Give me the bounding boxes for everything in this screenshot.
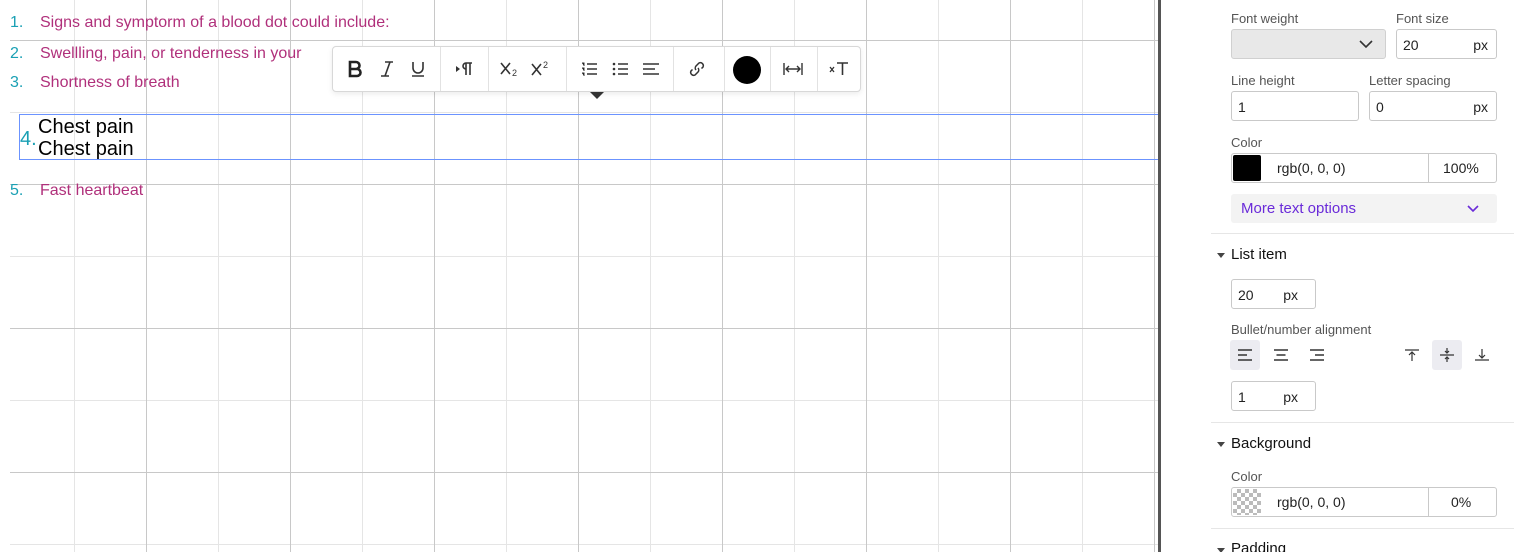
- text-color-icon[interactable]: [733, 56, 761, 84]
- background-section-title[interactable]: Background: [1231, 435, 1311, 452]
- bullet-alignment-label: Bullet/number alignment: [1231, 322, 1372, 337]
- align-left-icon[interactable]: [1230, 340, 1260, 370]
- font-size-label: Font size: [1396, 11, 1449, 26]
- text-color-value[interactable]: rgb(0, 0, 0): [1277, 160, 1345, 176]
- text-color-field[interactable]: rgb(0, 0, 0) 100%: [1231, 153, 1497, 183]
- align-center-icon[interactable]: [1266, 340, 1296, 370]
- align-top-icon[interactable]: [1397, 340, 1427, 370]
- text-color-swatch[interactable]: [1233, 155, 1261, 181]
- list-number: 2.: [10, 45, 24, 62]
- collapse-triangle-icon[interactable]: [1217, 442, 1225, 447]
- section-divider: [1211, 422, 1514, 423]
- svg-text:2: 2: [512, 68, 517, 78]
- ordered-list-icon[interactable]: [577, 57, 601, 81]
- line-height-input[interactable]: 1: [1231, 91, 1359, 121]
- background-color-value[interactable]: rgb(0, 0, 0): [1277, 494, 1345, 510]
- toolbar-separator: [440, 47, 441, 91]
- align-icon[interactable]: [639, 57, 663, 81]
- align-middle-icon[interactable]: [1432, 340, 1462, 370]
- toolbar-separator: [566, 47, 567, 91]
- background-color-label: Color: [1231, 469, 1263, 484]
- toolbar-separator: [488, 47, 489, 91]
- text-color-label: Color: [1231, 135, 1263, 150]
- letter-spacing-input[interactable]: 0 px: [1369, 91, 1497, 121]
- selected-list-item[interactable]: [19, 114, 1159, 160]
- paragraph-direction-icon[interactable]: [452, 57, 476, 81]
- toolbar-separator: [673, 47, 674, 91]
- list-item-text: Shortness of breath: [40, 74, 180, 91]
- subscript-icon[interactable]: 2: [498, 57, 522, 81]
- toolbar-separator: [770, 47, 771, 91]
- list-item-size-value: 20: [1238, 287, 1254, 303]
- collapse-triangle-icon[interactable]: [1217, 253, 1225, 258]
- letter-spacing-unit: px: [1473, 99, 1488, 115]
- link-icon[interactable]: [685, 57, 709, 81]
- properties-panel: Font weight Font size 20 px Line height …: [1161, 0, 1514, 552]
- selected-list-number: 4.: [20, 128, 37, 150]
- line-height-label: Line height: [1231, 73, 1295, 88]
- section-divider: [1211, 233, 1514, 234]
- toolbar-separator: [724, 47, 725, 91]
- text-color-opacity[interactable]: 100%: [1443, 160, 1479, 176]
- letter-spacing-value: 0: [1376, 99, 1384, 115]
- collapse-triangle-icon[interactable]: [1217, 548, 1225, 552]
- line-height-value: 1: [1238, 99, 1246, 115]
- list-item-gap-unit: px: [1283, 389, 1298, 405]
- more-text-options-button[interactable]: More text options: [1231, 194, 1497, 223]
- field-separator: [1428, 154, 1429, 182]
- letter-spacing-icon[interactable]: [781, 57, 805, 81]
- italic-icon[interactable]: [375, 57, 399, 81]
- more-text-options-label: More text options: [1241, 200, 1357, 217]
- list-item-size-unit: px: [1283, 287, 1298, 303]
- list-item-size-input[interactable]: 20 px: [1231, 279, 1316, 309]
- selected-item-text[interactable]: Chest pain: [38, 138, 134, 160]
- list-number: 3.: [10, 74, 24, 91]
- chevron-down-icon: [1467, 205, 1479, 213]
- font-size-value: 20: [1403, 37, 1419, 53]
- background-color-field[interactable]: rgb(0, 0, 0) 0%: [1231, 487, 1497, 517]
- chevron-down-icon: [1359, 40, 1373, 49]
- font-weight-label: Font weight: [1231, 11, 1299, 26]
- text-format-toolbar: 2 2: [332, 46, 861, 92]
- toolbar-separator: [817, 47, 818, 91]
- underline-icon[interactable]: [406, 57, 430, 81]
- superscript-icon[interactable]: 2: [529, 57, 553, 81]
- list-item-gap-value: 1: [1238, 389, 1246, 405]
- toolbar-pointer: [590, 92, 604, 99]
- list-number: 1.: [10, 14, 24, 31]
- font-weight-select[interactable]: [1231, 29, 1386, 59]
- background-color-swatch[interactable]: [1233, 489, 1261, 515]
- background-color-opacity[interactable]: 0%: [1451, 494, 1471, 510]
- bold-icon[interactable]: [343, 57, 367, 81]
- list-item-section-title[interactable]: List item: [1231, 246, 1287, 263]
- field-separator: [1428, 488, 1429, 516]
- letter-spacing-label: Letter spacing: [1369, 73, 1451, 88]
- clear-format-icon[interactable]: [827, 57, 851, 81]
- list-item-text: Fast heartbeat: [40, 182, 144, 199]
- svg-text:2: 2: [543, 60, 548, 70]
- selected-item-text[interactable]: Chest pain: [38, 116, 134, 138]
- align-bottom-icon[interactable]: [1467, 340, 1497, 370]
- list-number: 5.: [10, 182, 24, 199]
- section-divider: [1211, 528, 1514, 529]
- font-size-input[interactable]: 20 px: [1396, 29, 1497, 59]
- list-item-gap-input[interactable]: 1 px: [1231, 381, 1316, 411]
- unordered-list-icon[interactable]: [608, 57, 632, 81]
- list-item-text: Signs and symptorm of a blood dot could …: [40, 14, 390, 31]
- padding-section-title[interactable]: Padding: [1231, 540, 1286, 552]
- align-right-icon[interactable]: [1302, 340, 1332, 370]
- font-size-unit: px: [1473, 37, 1488, 53]
- list-item-text: Swellling, pain, or tenderness in your: [40, 45, 302, 62]
